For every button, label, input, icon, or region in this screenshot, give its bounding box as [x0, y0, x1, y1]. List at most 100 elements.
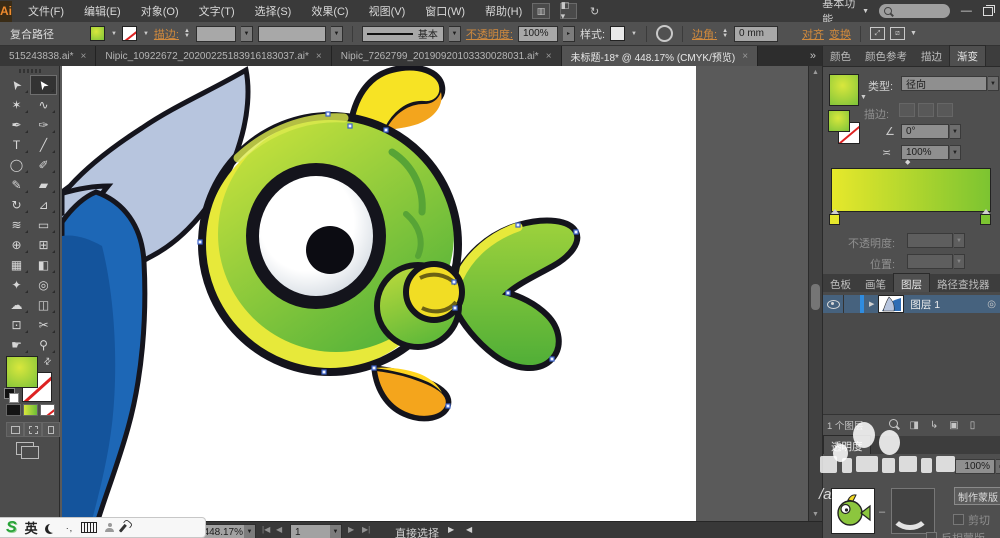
visibility-cell[interactable]	[823, 295, 844, 313]
last-artboard-icon[interactable]: ▶|	[362, 525, 370, 534]
gradient-stop-right[interactable]	[980, 209, 991, 225]
tool-selection-tool[interactable]: ➤	[3, 75, 30, 95]
screen-mode-icon[interactable]	[16, 442, 39, 459]
tool-type-tool[interactable]: T	[3, 135, 30, 155]
corner-link[interactable]: 边角:	[692, 26, 717, 42]
draw-behind-icon[interactable]	[24, 422, 42, 437]
menu-item[interactable]: 效果(C)	[301, 3, 358, 19]
close-tab-icon[interactable]: ×	[742, 51, 748, 62]
menu-item[interactable]: 对象(O)	[131, 3, 189, 19]
tool-perspective-grid-tool[interactable]: ⊞	[30, 235, 57, 255]
tool-lasso-tool[interactable]: ∿	[30, 95, 57, 115]
panel-tab[interactable]: 描边	[914, 46, 949, 66]
tool-hand-tool[interactable]: ☛	[3, 335, 30, 355]
default-fill-stroke-icon[interactable]	[4, 388, 19, 403]
sogou-logo[interactable]: S	[6, 519, 17, 537]
ime-language-toggle[interactable]: 英	[25, 518, 38, 537]
opacity-dropdown[interactable]: ▸	[562, 25, 575, 42]
close-tab-icon[interactable]: ×	[546, 51, 552, 62]
transparency-opacity-field[interactable]: 100%	[955, 459, 995, 474]
green-fish[interactable]	[197, 66, 581, 422]
prev-artboard-icon[interactable]: ◀	[276, 525, 282, 534]
stroke-along-icon[interactable]	[918, 103, 934, 117]
expand-layer-icon[interactable]: ▶	[869, 300, 874, 308]
tool-free-transform-tool[interactable]: ▭	[30, 215, 57, 235]
stroke-chevron-icon[interactable]: ▼	[143, 31, 149, 37]
layer-row[interactable]: ▶ 图层 1 ◎	[823, 295, 1000, 313]
close-tab-icon[interactable]: ×	[81, 51, 87, 62]
gradient-stop-left[interactable]	[829, 209, 840, 225]
search-input[interactable]	[879, 4, 951, 18]
vertical-scrollbar[interactable]: ▲ ▼	[808, 66, 822, 521]
fill-chevron-icon[interactable]: ▼	[111, 31, 117, 37]
gradient-swatch-chevron-icon[interactable]: ▼	[860, 94, 867, 101]
opacity-field[interactable]: 100%	[517, 25, 558, 42]
moon-icon[interactable]	[48, 523, 58, 533]
tool-magic-wand-tool[interactable]: ✶	[3, 95, 30, 115]
stroke-color-swatch[interactable]	[121, 26, 137, 41]
invert-mask-checkbox[interactable]: 反相蒙版	[926, 530, 985, 538]
transform-link[interactable]: 变换	[829, 26, 851, 42]
opacity-link[interactable]: 不透明度:	[466, 26, 513, 42]
tool-scale-tool[interactable]: ⊿	[30, 195, 57, 215]
gradient-fill-indicator[interactable]	[828, 110, 850, 132]
style-chevron-icon[interactable]: ▼	[631, 31, 637, 37]
constrain-icon[interactable]: ⧄	[890, 27, 906, 40]
make-mask-button[interactable]: 制作蒙版	[954, 487, 1000, 505]
settings-wrench-icon[interactable]	[119, 522, 129, 533]
panel-tab[interactable]: 画笔	[858, 274, 893, 294]
document-tab[interactable]: 515243838.ai* ×	[0, 46, 97, 66]
fill-indicator[interactable]	[6, 356, 38, 388]
brush-definition-field[interactable]: 基本	[361, 25, 444, 42]
transparency-opacity-dropdown[interactable]: ▸	[996, 459, 1000, 474]
stroke-weight-stepper[interactable]: ▲ ▼	[184, 28, 190, 39]
gradient-aspect-dropdown[interactable]: ▼	[950, 145, 961, 160]
input-method-bar[interactable]: S 英 ·,	[0, 517, 206, 538]
tool-ellipse-tool[interactable]: ◯	[3, 155, 30, 175]
stroke-link[interactable]: 描边:	[154, 26, 179, 42]
style-swatch[interactable]	[610, 26, 626, 41]
width-profile-dropdown[interactable]: ▼	[330, 25, 343, 42]
align-artboard-icon[interactable]: ⤢	[870, 27, 886, 40]
stroke-within-icon[interactable]	[899, 103, 915, 117]
gradient-midpoint-icon[interactable]: ◆	[905, 158, 910, 166]
account-icon[interactable]	[105, 523, 115, 532]
layer-thumbnail[interactable]	[878, 295, 905, 313]
panel-tab[interactable]: 色板	[823, 274, 858, 294]
menu-item[interactable]: 文件(F)	[18, 3, 74, 19]
tool-shape-builder-tool[interactable]: ⊕	[3, 235, 30, 255]
new-layer-icon[interactable]: ▣	[949, 420, 958, 431]
gradient-swatch[interactable]	[829, 74, 859, 106]
menu-item[interactable]: 选择(S)	[245, 3, 302, 19]
layer-target-icon[interactable]: ◎	[987, 299, 996, 310]
zoom-dropdown[interactable]: ▼	[244, 524, 256, 538]
drawing-modes[interactable]	[6, 422, 60, 437]
none-mode-button[interactable]	[40, 404, 55, 416]
artboard[interactable]	[62, 66, 696, 521]
tool-slice-tool[interactable]: ✂	[30, 315, 57, 335]
tool-blend-tool[interactable]: ◎	[30, 275, 57, 295]
first-artboard-icon[interactable]: |◀	[262, 525, 270, 534]
keyboard-icon[interactable]	[81, 522, 98, 533]
control-more-icon[interactable]: ▼	[910, 30, 917, 37]
corner-stepper[interactable]: ▲ ▼	[722, 28, 728, 39]
tool-column-graph-tool[interactable]: ◫	[30, 295, 57, 315]
tab-overflow-icon[interactable]: »	[804, 46, 822, 66]
sync-icon[interactable]: ↻	[587, 4, 602, 18]
next-artboard-icon[interactable]: ▶	[348, 525, 354, 534]
toolbar-grip[interactable]	[19, 69, 41, 73]
stroke-across-icon[interactable]	[937, 103, 953, 117]
corner-field[interactable]: 0 mm	[734, 25, 779, 42]
object-thumbnail[interactable]	[831, 488, 875, 534]
tool-gradient-tool[interactable]: ◧	[30, 255, 57, 275]
tool-eraser-tool[interactable]: ▰	[30, 175, 57, 195]
menu-item[interactable]: 帮助(H)	[475, 3, 532, 19]
layer-name[interactable]: 图层 1	[910, 297, 940, 312]
tool-paintbrush-tool[interactable]: ✐	[30, 155, 57, 175]
menu-item[interactable]: 编辑(E)	[74, 3, 131, 19]
clip-checkbox[interactable]: 剪切	[953, 512, 990, 528]
tool-direct-selection-tool[interactable]: ➤	[30, 75, 57, 95]
document-tab[interactable]: Nipic_10922672_20200225183916183037.ai* ×	[96, 46, 332, 66]
draw-inside-icon[interactable]	[42, 422, 60, 437]
artboard-nav-dropdown[interactable]: ▼	[330, 524, 342, 538]
